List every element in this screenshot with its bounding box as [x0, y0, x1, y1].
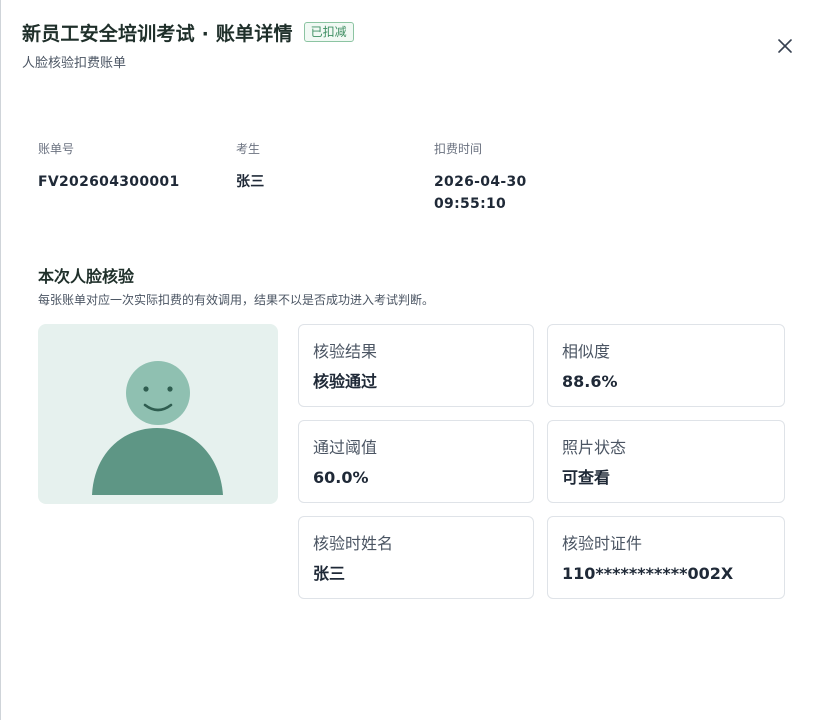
- charge-date: 2026-04-30: [434, 174, 527, 190]
- card-value: 张三: [313, 564, 346, 583]
- card-label: 核验结果: [313, 342, 378, 361]
- status-badge: 已扣减: [303, 22, 354, 42]
- close-button[interactable]: [775, 36, 795, 56]
- bill-no-value: FV202604300001: [38, 174, 180, 190]
- threshold-card: 通过阈值 60.0%: [298, 420, 534, 503]
- examinee-label: 考生: [236, 142, 261, 156]
- verified-name-card: 核验时姓名 张三: [298, 516, 534, 599]
- verified-id-card: 核验时证件 110***********002X: [547, 516, 785, 599]
- examinee-value: 张三: [236, 174, 265, 190]
- page-title: 新员工安全培训考试 · 账单详情: [22, 22, 293, 45]
- close-icon: [778, 39, 792, 53]
- result-card: 核验结果 核验通过: [298, 324, 534, 407]
- drawer-header: 新员工安全培训考试 · 账单详情 已扣减 人脸核验扣费账单: [22, 18, 354, 71]
- page-subtitle: 人脸核验扣费账单: [22, 56, 127, 71]
- examinee-field: 考生 张三: [236, 141, 265, 193]
- section-description: 每张账单对应一次实际扣费的有效调用，结果不以是否成功进入考试判断。: [38, 293, 435, 307]
- charge-time-value: 2026-04-30 09:55:10: [434, 171, 527, 215]
- avatar-placeholder-icon: [92, 361, 223, 495]
- similarity-card: 相似度 88.6%: [547, 324, 785, 407]
- section-title: 本次人脸核验: [38, 267, 135, 286]
- card-value: 可查看: [562, 468, 611, 487]
- card-value: 核验通过: [313, 372, 378, 391]
- bill-info-grid: 账单号 FV202604300001 考生 张三 扣费时间 2026-04-30…: [38, 141, 638, 221]
- bill-no-label: 账单号: [38, 142, 75, 156]
- bill-detail-drawer: 新员工安全培训考试 · 账单详情 已扣减 人脸核验扣费账单 账单号 FV2026…: [0, 0, 820, 720]
- card-label: 照片状态: [562, 438, 627, 457]
- card-label: 核验时姓名: [313, 534, 394, 553]
- bill-no-field: 账单号 FV202604300001: [38, 141, 180, 193]
- card-label: 通过阈值: [313, 438, 378, 457]
- photo-status-card: 照片状态 可查看: [547, 420, 785, 503]
- card-value: 88.6%: [562, 372, 618, 391]
- charge-clock: 09:55:10: [434, 196, 507, 212]
- card-value: 110***********002X: [562, 564, 734, 583]
- face-photo: [38, 324, 278, 504]
- title-row: 新员工安全培训考试 · 账单详情 已扣减: [22, 18, 354, 46]
- card-label: 相似度: [562, 342, 611, 361]
- card-label: 核验时证件: [562, 534, 643, 553]
- charge-time-label: 扣费时间: [434, 142, 483, 156]
- charge-time-field: 扣费时间 2026-04-30 09:55:10: [434, 141, 527, 215]
- card-value: 60.0%: [313, 468, 369, 487]
